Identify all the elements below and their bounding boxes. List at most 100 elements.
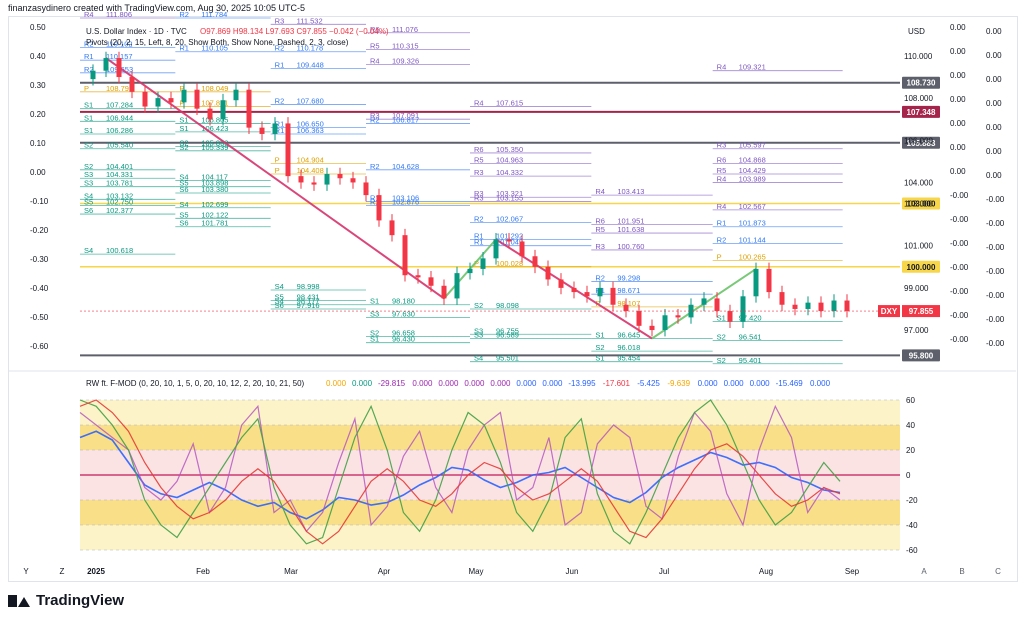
pivot-value: 106.363 xyxy=(297,126,324,135)
osc-tick: 60 xyxy=(906,396,915,405)
x-tick: Feb xyxy=(196,567,210,576)
pivot-value: 109.448 xyxy=(297,61,324,70)
pivot-value: 95.501 xyxy=(496,354,519,363)
pivot-value: 106.286 xyxy=(106,126,133,135)
price-tick: 108.000 xyxy=(904,94,933,103)
x-tick: Mar xyxy=(284,567,298,576)
pivot-value: 110.315 xyxy=(392,42,419,51)
pivot-key: S1 xyxy=(84,101,93,110)
tradingview-brand[interactable]: TradingView xyxy=(8,592,124,609)
osc-legend-value: 0.000 xyxy=(438,379,459,388)
osc-tick: 0 xyxy=(906,471,911,480)
osc-legend-value: -29.815 xyxy=(378,379,406,388)
osc-legend-value: 0.000 xyxy=(464,379,485,388)
pivot-value: 97.630 xyxy=(392,309,415,318)
osc-tick-left: 0.00 xyxy=(30,168,46,177)
pivot-value: 111.806 xyxy=(106,10,132,19)
pivot-key: S2 xyxy=(717,333,726,342)
candle-body xyxy=(831,300,837,312)
axis-option-icon: B xyxy=(959,567,964,576)
x-tick: May xyxy=(468,567,483,576)
pivot-value: 100.760 xyxy=(617,242,644,251)
osc-tick-right-a: 0.00 xyxy=(950,143,966,152)
pivot-value: 104.332 xyxy=(496,168,523,177)
key-level-label: 100.000 xyxy=(907,263,936,272)
candle-body xyxy=(363,182,369,196)
candle-body xyxy=(389,220,395,236)
osc-tick-right-a: 0.00 xyxy=(950,71,966,80)
pivot-value: 98.177 xyxy=(297,297,320,306)
pivot-value: 107.284 xyxy=(106,101,133,110)
osc-legend-value: 0.000 xyxy=(810,379,831,388)
candle-body xyxy=(298,176,304,183)
candle-body xyxy=(675,315,681,318)
candle-body xyxy=(792,304,798,309)
osc-legend-value: -5.425 xyxy=(637,379,660,388)
pivot-value: 106.944 xyxy=(106,113,133,122)
pivot-value: 104.963 xyxy=(496,155,523,164)
candle-body xyxy=(649,325,655,331)
candle-body xyxy=(558,279,564,288)
osc-tick-right-a: -0.00 xyxy=(950,191,969,200)
pivot-key: P xyxy=(275,155,280,164)
pivot-value: 101.144 xyxy=(739,236,766,245)
candle-body xyxy=(818,302,824,312)
pivot-value: 98.671 xyxy=(617,286,640,295)
candle-body xyxy=(220,100,226,120)
brand-name: TradingView xyxy=(36,592,125,609)
osc-tick: 40 xyxy=(906,421,915,430)
pivot-key: S4 xyxy=(84,246,93,255)
pivot-value: 101.873 xyxy=(739,219,766,228)
x-tick: Y xyxy=(23,567,29,576)
pivot-key: S6 xyxy=(179,219,188,228)
axis-option-icon: A xyxy=(921,567,927,576)
pivot-key: R5 xyxy=(595,225,605,234)
osc-legend-value: 0.000 xyxy=(516,379,537,388)
osc-tick-right-a: 0.00 xyxy=(950,119,966,128)
osc-tick-right-a: -0.00 xyxy=(950,287,969,296)
x-tick: Sep xyxy=(845,567,860,576)
candle-body xyxy=(532,256,538,267)
osc-tick-left: -0.20 xyxy=(30,226,49,235)
pivot-value: 103.781 xyxy=(106,179,133,188)
candle-body xyxy=(740,296,746,322)
pivot-key: R2 xyxy=(474,215,484,224)
osc-legend-value: 0.000 xyxy=(698,379,719,388)
candle-body xyxy=(90,70,96,80)
pivot-value: 103.380 xyxy=(201,185,228,194)
price-tick: 101.000 xyxy=(904,242,933,251)
x-tick: Jul xyxy=(659,567,669,576)
pivot-value: 102.067 xyxy=(496,215,523,224)
pivot-key: S2 xyxy=(595,343,604,352)
pivot-value: 106.817 xyxy=(392,115,419,124)
osc-tick-right-b: 0.00 xyxy=(986,123,1002,132)
chart-svg[interactable]: 108.730107.348105.883103.000100.00095.80… xyxy=(0,0,1024,622)
pivot-key: S1 xyxy=(84,113,93,122)
pivot-value: 95.454 xyxy=(617,354,640,363)
candle-body xyxy=(571,287,577,293)
key-level-label: 108.730 xyxy=(907,79,936,88)
osc-tick-left: -0.10 xyxy=(30,197,49,206)
candle-body xyxy=(701,298,707,305)
price-tick: 99.000 xyxy=(904,284,929,293)
candle-body xyxy=(805,302,811,309)
pivot-key: P xyxy=(84,84,89,93)
osc-tick: 20 xyxy=(906,446,915,455)
pivot-key: S1 xyxy=(717,314,726,323)
pivot-value: 104.628 xyxy=(392,162,419,171)
pivot-key: S1 xyxy=(595,354,604,363)
pivot-key: S1 xyxy=(370,297,379,306)
osc-tick-left: 0.50 xyxy=(30,23,46,32)
candle-body xyxy=(454,273,460,299)
candle-body xyxy=(415,275,421,278)
candle-body xyxy=(467,268,473,274)
osc-legend-value: 0.000 xyxy=(750,379,771,388)
osc-tick-left: 0.20 xyxy=(30,110,46,119)
pivot-value: 96.018 xyxy=(617,343,640,352)
candle-body xyxy=(714,298,720,312)
pivot-value: 108.049 xyxy=(201,84,228,93)
pivot-value: 101.781 xyxy=(201,219,228,228)
pivot-value: 102.377 xyxy=(106,206,133,215)
pivot-key: S3 xyxy=(84,179,93,188)
pivot-value: 103.413 xyxy=(617,187,644,196)
